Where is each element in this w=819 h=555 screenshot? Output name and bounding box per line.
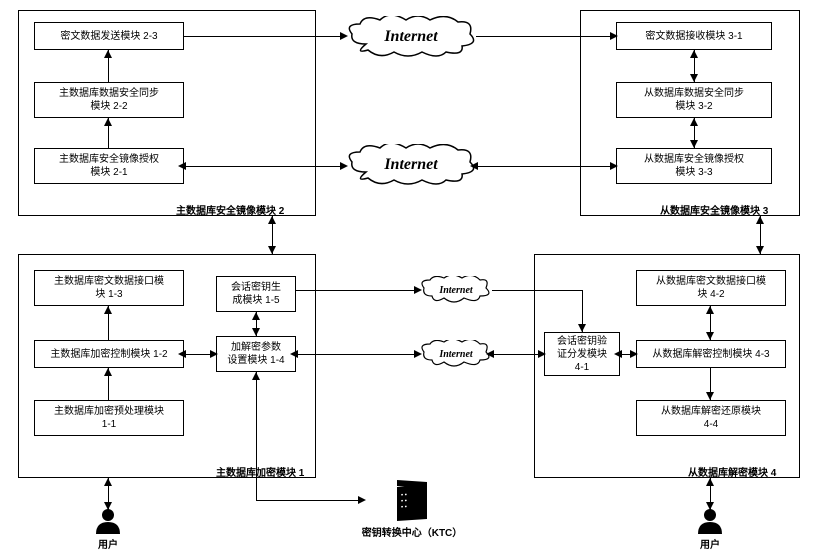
module-4-1-label: 会话密钥验证分发模块4-1 <box>557 335 607 374</box>
cloud-small-1: Internet <box>420 276 492 304</box>
module-1-4: 加解密参数设置模块 1-4 <box>216 336 296 372</box>
module-3-2: 从数据库数据安全同步模块 3-2 <box>616 82 772 118</box>
module-4-1: 会话密钥验证分发模块4-1 <box>544 332 620 376</box>
module-3-3-label: 从数据库安全镜像授权模块 3-3 <box>644 153 744 179</box>
arrow-cloudT-to-31 <box>476 36 616 37</box>
module-2-1-label: 主数据库安全镜像授权模块 2-1 <box>59 153 159 179</box>
arrow-14-cloudS2 <box>296 354 420 355</box>
module-2-3-label: 密文数据发送模块 2-3 <box>60 30 157 43</box>
label-top-right-panel: 从数据库安全镜像模块 3 <box>660 202 768 217</box>
module-3-2-label: 从数据库数据安全同步模块 3-2 <box>644 87 744 113</box>
module-3-3: 从数据库安全镜像授权模块 3-3 <box>616 148 772 184</box>
module-4-3-label: 从数据库解密控制模块 4-3 <box>652 348 769 361</box>
module-1-3: 主数据库密文数据接口模块 1-3 <box>34 270 184 306</box>
module-1-5: 会话密钥生成模块 1-5 <box>216 276 296 312</box>
module-4-3: 从数据库解密控制模块 4-3 <box>636 340 786 368</box>
user-right-icon: 用户 <box>696 508 724 551</box>
label-bottom-left-panel: 主数据库加密模块 1 <box>216 464 304 479</box>
module-2-3: 密文数据发送模块 2-3 <box>34 22 184 50</box>
arrow-cloudS2-41 <box>492 354 544 355</box>
arrow-21-cloudM <box>184 166 346 167</box>
cloud-small-2-label: Internet <box>439 349 472 360</box>
cloud-small-2: Internet <box>420 340 492 368</box>
user-left-icon: 用户 <box>94 508 122 551</box>
arrow-14-ktc-h <box>256 500 364 501</box>
module-3-1-label: 密文数据接收模块 3-1 <box>645 30 742 43</box>
module-2-2-label: 主数据库数据安全同步模块 2-2 <box>59 87 159 113</box>
cloud-mid-label: Internet <box>384 156 437 174</box>
arrow-23-to-cloudT <box>184 36 346 37</box>
module-2-2: 主数据库数据安全同步模块 2-2 <box>34 82 184 118</box>
cloud-mid: Internet <box>346 144 476 186</box>
module-3-1: 密文数据接收模块 3-1 <box>616 22 772 50</box>
arrow-cloudM-33 <box>476 166 616 167</box>
module-1-1: 主数据库加密预处理模块1-1 <box>34 400 184 436</box>
module-1-2-label: 主数据库加密控制模块 1-2 <box>50 348 167 361</box>
module-1-2: 主数据库加密控制模块 1-2 <box>34 340 184 368</box>
module-1-4-label: 加解密参数设置模块 1-4 <box>227 341 284 367</box>
label-bottom-right-panel: 从数据库解密模块 4 <box>688 464 776 479</box>
label-top-left-panel: 主数据库安全镜像模块 2 <box>176 202 284 217</box>
cloud-top-label: Internet <box>384 28 437 46</box>
module-1-1-label: 主数据库加密预处理模块1-1 <box>54 405 164 431</box>
user-left-label: 用户 <box>94 536 122 551</box>
cloud-top: Internet <box>346 16 476 58</box>
module-1-3-label: 主数据库密文数据接口模块 1-3 <box>54 275 164 301</box>
module-4-2: 从数据库密文数据接口模块 4-2 <box>636 270 786 306</box>
module-4-4: 从数据库解密还原模块4-4 <box>636 400 786 436</box>
ktc-icon: • •• •• • 密钥转换中心（KTC） <box>352 486 472 539</box>
ktc-label: 密钥转换中心（KTC） <box>352 524 472 539</box>
module-4-4-label: 从数据库解密还原模块4-4 <box>661 405 761 431</box>
module-1-5-label: 会话密钥生成模块 1-5 <box>231 281 281 307</box>
arrow-14-ktc-v <box>256 372 257 500</box>
arrow-cloudS1-41 <box>492 290 582 291</box>
user-right-label: 用户 <box>696 536 724 551</box>
module-4-2-label: 从数据库密文数据接口模块 4-2 <box>656 275 766 301</box>
arrow-15-cloudS1 <box>296 290 420 291</box>
cloud-small-1-label: Internet <box>439 285 472 296</box>
module-2-1: 主数据库安全镜像授权模块 2-1 <box>34 148 184 184</box>
